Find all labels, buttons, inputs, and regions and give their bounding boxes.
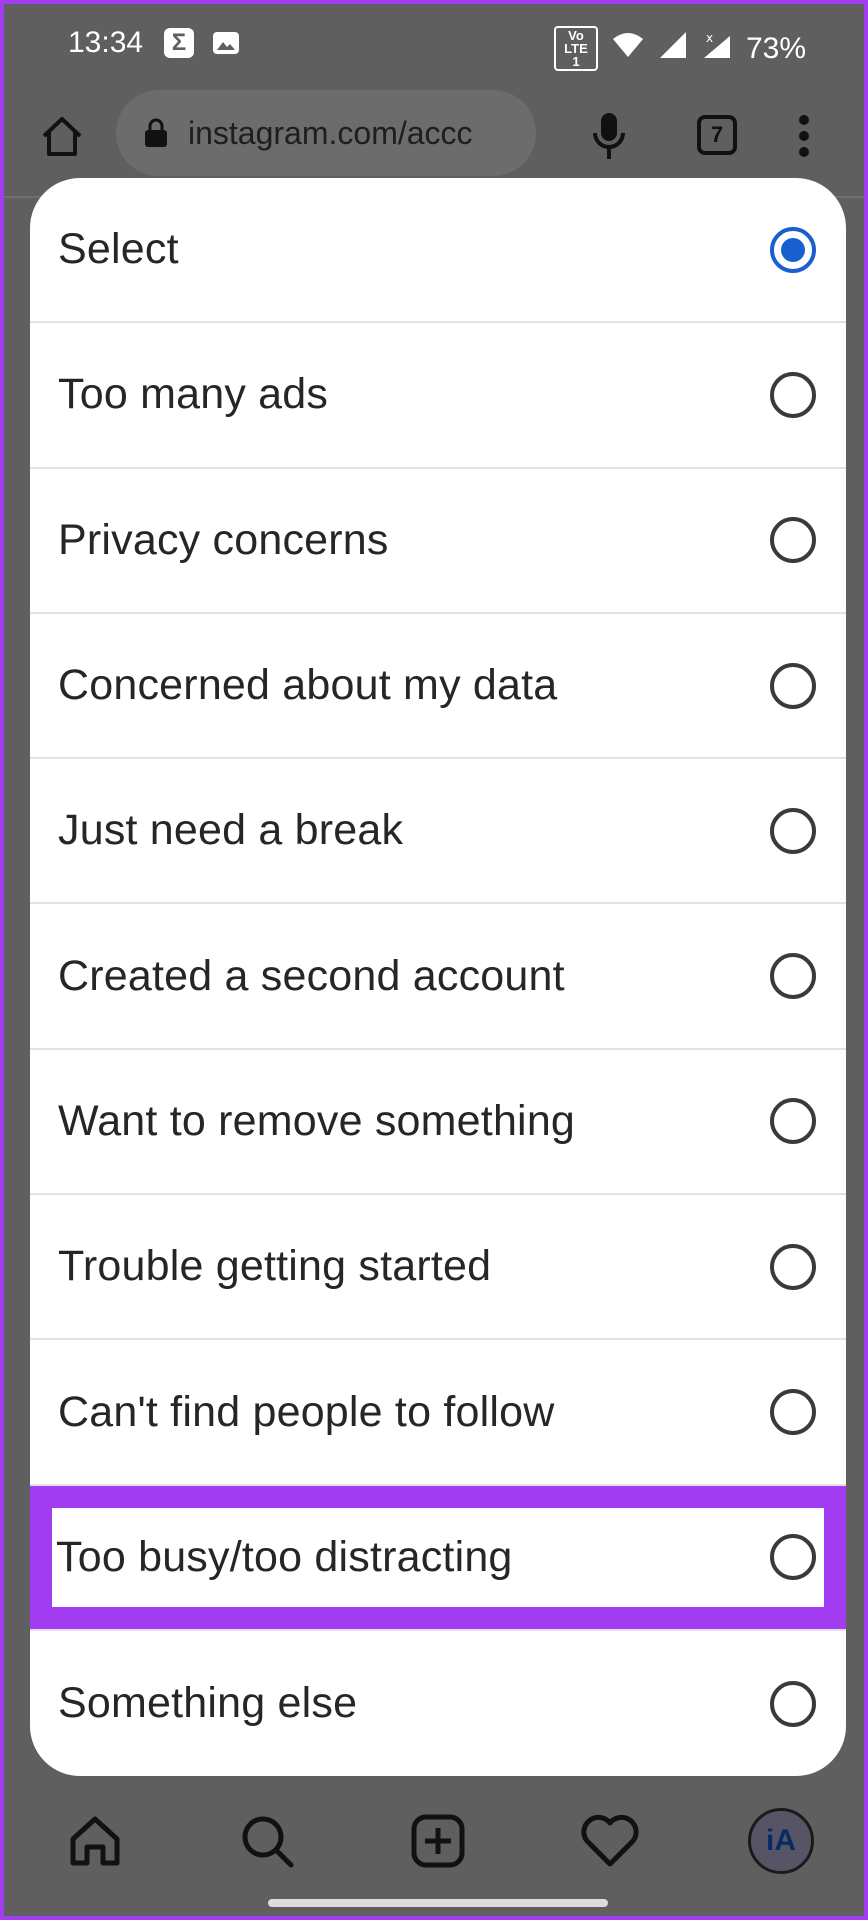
signal-icon [658, 30, 688, 68]
option-too-many-ads[interactable]: Too many ads [30, 323, 846, 469]
status-time: 13:34 [68, 26, 144, 59]
sigma-icon: Σ [164, 28, 194, 58]
more-menu-icon[interactable] [786, 108, 822, 164]
radio-icon[interactable] [770, 1389, 816, 1436]
option-label: Select [58, 225, 179, 274]
tab-switcher-button[interactable]: 7 [694, 112, 740, 158]
option-label: Created a second account [58, 951, 565, 1000]
option-something-else[interactable]: Something else [30, 1631, 846, 1776]
wifi-icon [612, 31, 644, 67]
avatar: iA [748, 1808, 814, 1874]
option-trouble-getting-started[interactable]: Trouble getting started [30, 1195, 846, 1341]
option-remove-something[interactable]: Want to remove something [30, 1050, 846, 1196]
volte-icon: Vo LTE 1 [553, 26, 598, 71]
lock-icon [144, 118, 168, 148]
radio-icon[interactable] [770, 517, 816, 564]
radio-icon[interactable] [770, 371, 816, 418]
option-privacy-concerns[interactable]: Privacy concerns [30, 469, 846, 614]
radio-checked-icon[interactable] [770, 226, 816, 273]
signal-no-data-icon: x [702, 30, 732, 68]
option-label: Can't find people to follow [58, 1387, 555, 1436]
nav-search-icon[interactable] [232, 1806, 302, 1876]
option-label: Trouble getting started [58, 1242, 492, 1291]
battery-percent: 73% [745, 31, 806, 65]
option-cant-find-people[interactable]: Can't find people to follow [30, 1340, 846, 1486]
option-label: Just need a break [58, 806, 404, 855]
radio-icon[interactable] [770, 662, 816, 709]
option-label: Privacy concerns [58, 515, 389, 564]
bottom-nav: iA [4, 1776, 864, 1896]
nav-profile-avatar[interactable]: iA [746, 1806, 816, 1876]
microphone-icon[interactable] [584, 106, 634, 166]
option-second-account[interactable]: Created a second account [30, 904, 846, 1050]
option-label: Too many ads [58, 370, 329, 419]
svg-text:x: x [706, 31, 713, 45]
url-bar[interactable]: instagram.com/accc [116, 90, 536, 176]
status-right-group: Vo LTE 1 x 73% [553, 26, 806, 71]
radio-icon[interactable] [770, 1534, 816, 1581]
reason-picker-sheet: Select Too many ads Privacy concerns Con… [30, 178, 846, 1776]
radio-icon[interactable] [770, 1098, 816, 1145]
tab-count: 7 [697, 115, 737, 155]
radio-icon[interactable] [770, 953, 816, 1000]
home-indicator[interactable] [268, 1899, 608, 1907]
status-bar: 13:34 Σ Vo LTE 1 x 73% [4, 4, 864, 86]
option-label: Concerned about my data [58, 661, 558, 710]
gallery-icon [211, 28, 241, 58]
radio-icon[interactable] [770, 1243, 816, 1290]
nav-activity-heart-icon[interactable] [575, 1806, 645, 1876]
option-select[interactable]: Select [30, 178, 846, 324]
option-too-busy-highlighted[interactable]: Too busy/too distracting [30, 1485, 846, 1631]
nav-home-icon[interactable] [60, 1806, 130, 1876]
option-need-a-break[interactable]: Just need a break [30, 759, 846, 905]
radio-icon[interactable] [770, 807, 816, 854]
option-label: Something else [58, 1679, 358, 1728]
screen-frame: 13:34 Σ Vo LTE 1 x 73% instagram.com/acc… [0, 0, 868, 1920]
radio-icon[interactable] [770, 1680, 816, 1727]
url-text: instagram.com/accc [188, 114, 473, 151]
home-icon[interactable] [34, 108, 90, 164]
option-label: Want to remove something [58, 1096, 576, 1145]
option-label: Too busy/too distracting [56, 1532, 513, 1581]
nav-create-icon[interactable] [403, 1806, 473, 1876]
option-concerned-about-data[interactable]: Concerned about my data [30, 614, 846, 760]
